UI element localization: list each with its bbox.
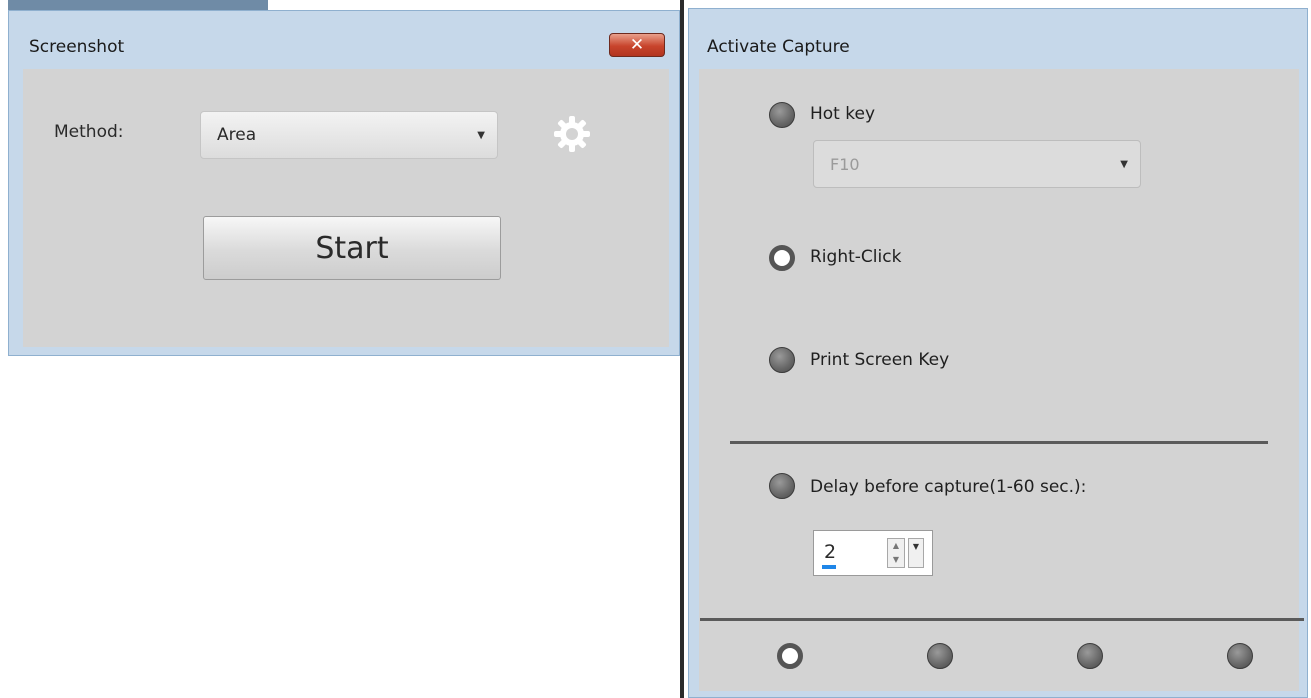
desktop-strip bbox=[8, 0, 268, 10]
spin-updown-icon[interactable]: ▲ ▼ bbox=[887, 538, 905, 568]
separator-line-bottom bbox=[700, 618, 1304, 621]
delay-progress bbox=[822, 565, 836, 569]
gear-icon[interactable] bbox=[552, 114, 592, 154]
page-dot-2[interactable] bbox=[927, 643, 953, 669]
printscreen-radio[interactable] bbox=[769, 347, 795, 373]
method-select[interactable]: Area ▼ bbox=[200, 111, 498, 159]
start-button[interactable]: Start bbox=[203, 216, 501, 280]
screenshot-window: Screenshot ✕ bbox=[8, 10, 680, 356]
separator-line bbox=[730, 441, 1268, 444]
dropdown-arrow-icon: ▼ bbox=[1120, 159, 1128, 170]
window-title: Activate Capture bbox=[707, 37, 850, 57]
delay-label: Delay before capture(1-60 sec.): bbox=[810, 477, 1087, 497]
window-divider bbox=[680, 0, 684, 698]
page-dot-3[interactable] bbox=[1077, 643, 1103, 669]
rightclick-radio[interactable] bbox=[769, 245, 795, 271]
page-dot-1[interactable] bbox=[777, 643, 803, 669]
desktop: Screenshot ✕ Method: Area ▼ Start Activa… bbox=[0, 0, 1311, 698]
method-select-value: Area bbox=[217, 125, 257, 145]
delay-value: 2 bbox=[824, 541, 837, 563]
dropdown-arrow-icon: ▼ bbox=[477, 130, 485, 141]
hotkey-select-value: F10 bbox=[830, 154, 860, 174]
page-dot-4[interactable] bbox=[1227, 643, 1253, 669]
window-title: Screenshot bbox=[29, 37, 125, 57]
delay-radio[interactable] bbox=[769, 473, 795, 499]
hotkey-label: Hot key bbox=[810, 104, 876, 124]
rightclick-label: Right-Click bbox=[810, 247, 902, 267]
printscreen-label: Print Screen Key bbox=[810, 350, 950, 370]
hotkey-select[interactable]: F10 ▼ bbox=[813, 140, 1141, 188]
close-button[interactable]: ✕ bbox=[609, 33, 665, 57]
hotkey-radio[interactable] bbox=[769, 102, 795, 128]
delay-spinbox[interactable]: 2 ▲ ▼ ▼ bbox=[813, 530, 933, 576]
close-icon: ✕ bbox=[629, 35, 645, 55]
spin-dropdown-icon[interactable]: ▼ bbox=[908, 538, 924, 568]
method-label: Method: bbox=[54, 122, 124, 142]
